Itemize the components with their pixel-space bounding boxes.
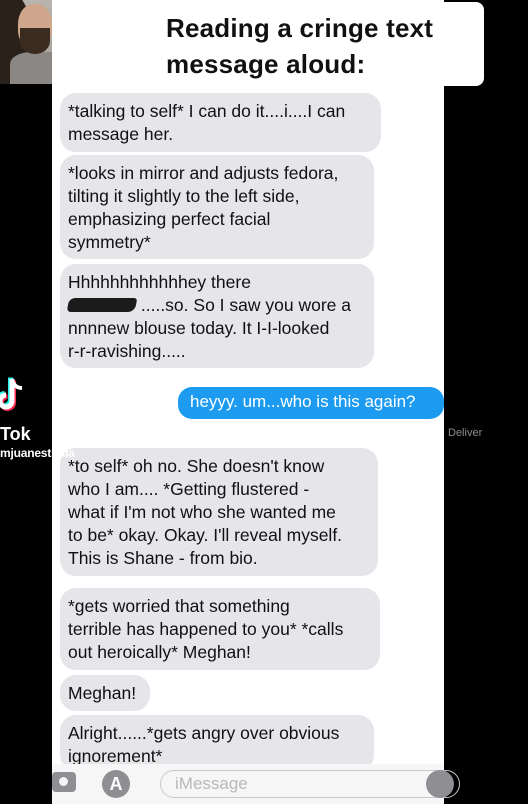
message-bubble-received: *talking to self* I can do it....i....I …	[60, 93, 381, 152]
message-input[interactable]: iMessage	[160, 770, 460, 798]
message-bubble-received: *gets worried that something terrible ha…	[60, 588, 380, 670]
video-caption: Reading a cringe text message aloud:	[152, 2, 484, 86]
message-line-with-redaction: .....so. So I saw you wore a	[66, 294, 366, 317]
message-line: Hhhhhhhhhhhhey there	[68, 272, 251, 292]
message-line: terrible has happened to you* *calls	[68, 619, 344, 639]
message-line: Meghan!	[68, 683, 137, 703]
message-line: message her.	[68, 124, 174, 144]
message-line: *gets worried that something	[68, 596, 290, 616]
delivered-status: Deliver	[448, 427, 483, 439]
message-line: who I am.... *Getting flustered -	[68, 479, 310, 499]
message-line: what if I'm not who she wanted me	[68, 502, 336, 522]
message-line: emphasizing perfect facial	[68, 209, 271, 229]
message-line: *looks in mirror and adjusts fedora,	[68, 163, 339, 183]
message-line: r-r-ravishing.....	[68, 341, 186, 361]
message-line: tilting it slightly to the left side,	[68, 186, 300, 206]
message-line: *talking to self* I can do it....i....I …	[68, 101, 346, 121]
message-bubble-received: Alright......*gets angry over obvious ig…	[60, 715, 374, 771]
caption-line: message aloud:	[166, 49, 366, 79]
message-bubble-received: *looks in mirror and adjusts fedora, til…	[60, 155, 374, 259]
message-line: .....so. So I saw you wore a	[140, 295, 351, 315]
message-line: *to self* oh no. She doesn't know	[68, 456, 325, 476]
message-line: to be* okay. Okay. I'll reveal myself.	[68, 525, 343, 545]
message-bubble-received: Hhhhhhhhhhhhey there .....so. So I saw y…	[60, 264, 374, 368]
message-line: symmetry*	[68, 232, 151, 252]
message-bubble-received: *to self* oh no. She doesn't know who I …	[60, 448, 378, 576]
message-line: out heroically* Meghan!	[68, 642, 251, 662]
imessage-thread[interactable]: *talking to self* I can do it....i....I …	[52, 0, 482, 804]
microphone-icon[interactable]	[426, 770, 454, 798]
tiktok-logo-icon	[0, 377, 23, 411]
app-store-icon[interactable]: A	[102, 770, 130, 798]
camera-icon[interactable]	[52, 772, 76, 792]
message-bubble-sent: heyyy. um...who is this again?	[178, 387, 444, 419]
message-composer: A iMessage	[52, 764, 460, 804]
message-line: nnnnew blouse today. It I-I-looked	[68, 318, 330, 338]
message-line: heyyy. um...who is this again?	[190, 392, 416, 411]
message-bubble-received: Meghan!	[60, 675, 150, 711]
tiktok-wordmark: Tok	[0, 424, 31, 444]
redacted-name-scribble	[66, 298, 138, 312]
caption-line: Reading a cringe text	[166, 13, 434, 43]
message-line: This is Shane - from bio.	[68, 548, 258, 568]
tiktok-username: mjuanestrella	[0, 446, 75, 460]
message-line: Alright......*gets angry over obvious	[68, 723, 340, 743]
